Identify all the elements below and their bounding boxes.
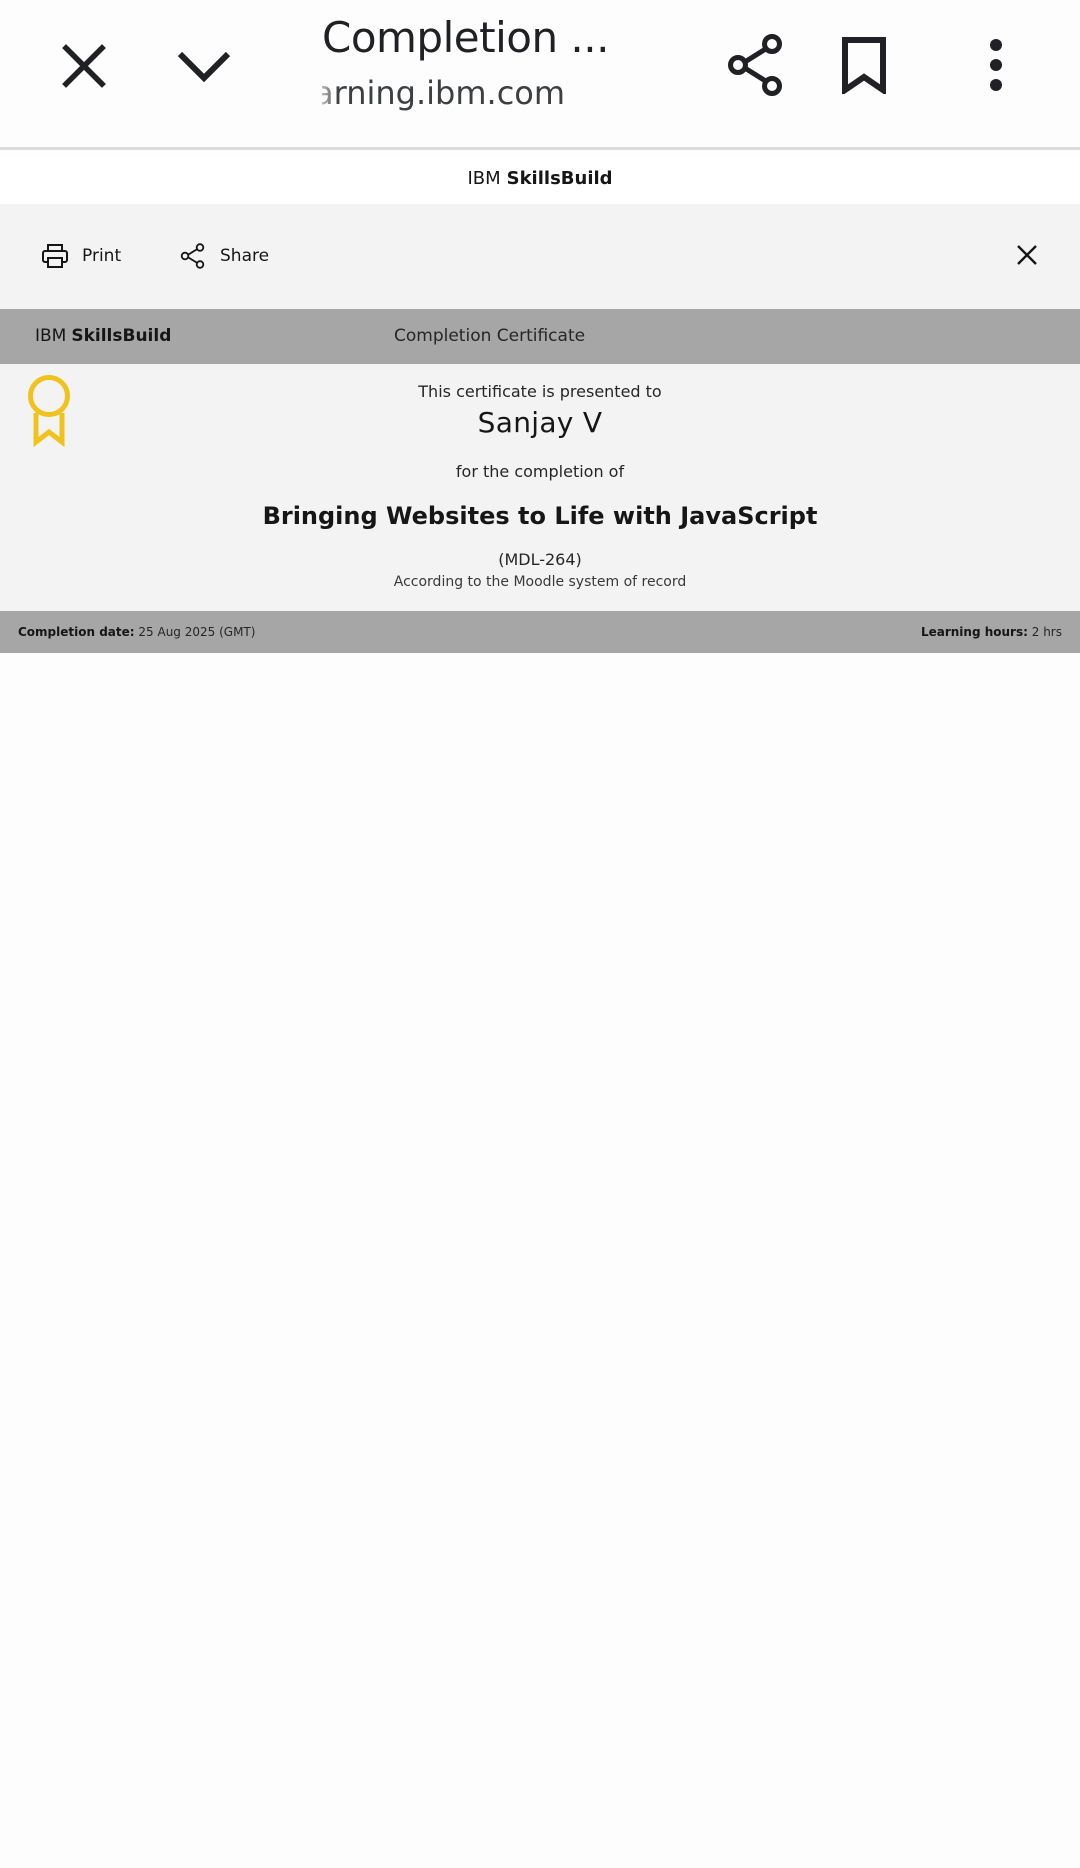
certificate-type: Completion Certificate	[394, 326, 586, 346]
site-header-brand-name: SkillsBuild	[506, 168, 613, 189]
certificate-brand-name: SkillsBuild	[71, 326, 172, 346]
learning-hours-value: 2 hrs	[1031, 625, 1062, 639]
certificate-toolbar: Print Share	[0, 204, 1080, 309]
close-icon	[62, 44, 106, 88]
share-certificate-button[interactable]: Share	[180, 238, 269, 274]
course-code: (MDL-264)	[498, 550, 582, 569]
bookmark-icon	[842, 37, 886, 94]
completion-date-value: 25 Aug 2025 (GMT)	[138, 625, 256, 639]
site-header: IBM SkillsBuild	[0, 153, 1080, 204]
completion-date: Completion date: 25 Aug 2025 (GMT)	[18, 611, 255, 653]
learning-hours: Learning hours: 2 hrs	[921, 611, 1062, 653]
close-tab-button[interactable]	[50, 36, 118, 96]
certificate-brand: IBM SkillsBuild	[35, 309, 171, 364]
chevron-down-icon	[177, 51, 231, 83]
completion-of-text: for the completion of	[455, 462, 625, 481]
presented-to-text: This certificate is presented to	[418, 382, 662, 401]
close-icon	[1017, 245, 1037, 265]
site-header-brand-prefix: IBM	[467, 168, 501, 189]
close-certificate-button[interactable]	[1012, 240, 1042, 270]
minimize-button[interactable]	[170, 36, 238, 96]
system-of-record-text: According to the Moodle system of record	[393, 574, 687, 590]
course-title: Bringing Websites to Life with JavaScrip…	[262, 502, 818, 530]
certificate-body: This certificate is presented to Sanjay …	[0, 364, 1080, 611]
print-button[interactable]: Print	[42, 238, 121, 274]
more-options-button[interactable]	[962, 30, 1030, 100]
print-label: Print	[82, 246, 122, 266]
page-title: Completion ...	[322, 13, 609, 62]
share-button[interactable]	[722, 30, 790, 100]
share-label: Share	[220, 246, 270, 266]
share-icon	[180, 243, 205, 269]
recipient-name: Sanjay V	[477, 406, 603, 439]
page-url: arning.ibm.com	[322, 68, 622, 118]
share-icon	[728, 34, 782, 96]
page-title-area[interactable]: Completion ... arning.ibm.com	[322, 8, 622, 128]
printer-icon	[42, 244, 68, 268]
certificate-brand-prefix: IBM	[35, 326, 67, 346]
completion-date-label: Completion date:	[18, 625, 135, 639]
bookmark-button[interactable]	[830, 30, 898, 100]
browser-toolbar: Completion ... arning.ibm.com	[0, 0, 1080, 150]
learning-hours-label: Learning hours:	[920, 625, 1028, 639]
more-vert-icon	[990, 39, 1002, 91]
certificate-header: IBM SkillsBuild Completion Certificate	[0, 309, 1080, 364]
certificate-footer: Completion date: 25 Aug 2025 (GMT) Learn…	[0, 611, 1080, 653]
